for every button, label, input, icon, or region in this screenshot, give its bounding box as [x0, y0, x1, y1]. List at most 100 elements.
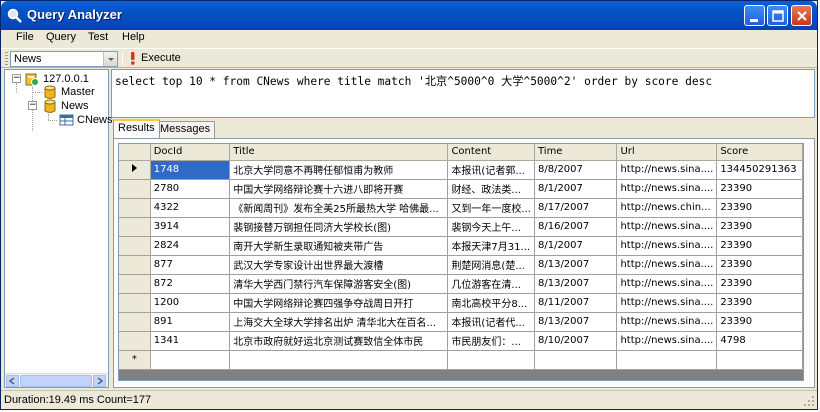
cell-url[interactable]: http://news.sina....	[616, 179, 718, 199]
database-select[interactable]: News	[10, 51, 118, 67]
cell-url[interactable]: http://news.chin...	[616, 198, 718, 218]
row-header[interactable]	[119, 255, 151, 275]
maximize-button[interactable]	[767, 5, 788, 26]
object-tree[interactable]: − 127.0.0.1 Master − News CNews	[4, 69, 112, 388]
cell-title[interactable]: 北京大学同意不再聘任郁恒甫为教师	[229, 160, 449, 180]
row-header[interactable]	[119, 198, 151, 218]
cell-url[interactable]: http://news.sina....	[616, 236, 718, 256]
cell-content[interactable]: 市民朋友们：...	[447, 331, 535, 351]
corner-cell[interactable]	[119, 144, 151, 161]
cell-url[interactable]: http://news.sina....	[616, 331, 718, 351]
column-header-score[interactable]: Score	[716, 144, 803, 161]
menu-file[interactable]: File	[16, 31, 34, 43]
cell-time[interactable]: 8/11/2007	[534, 293, 618, 313]
minimize-button[interactable]	[744, 5, 765, 26]
close-button[interactable]	[791, 5, 812, 26]
cell-score[interactable]: 23390	[716, 198, 803, 218]
table-row[interactable]: 877 武汉大学专家设计出世界最大渡槽 荆楚网消息(楚... 8/13/2007…	[119, 255, 803, 275]
cell-score[interactable]: 23390	[716, 293, 803, 313]
cell-docid[interactable]: 1200	[150, 293, 231, 313]
dropdown-button[interactable]	[103, 52, 117, 66]
scroll-thumb[interactable]	[20, 375, 92, 387]
table-row[interactable]: 4322 《新闻周刊》发布全美25所最热大学 哈佛最... 又到一年一度校...…	[119, 198, 803, 218]
cell-docid[interactable]: 4322	[150, 198, 231, 218]
cell-title[interactable]: 南开大学新生录取通知被夹带广告	[229, 236, 449, 256]
cell-score[interactable]: 23390	[716, 255, 803, 275]
cell-title[interactable]: 中国大学网络辩论赛十六进八即将开赛	[229, 179, 449, 199]
cell-time[interactable]: 8/13/2007	[534, 274, 618, 294]
row-header[interactable]	[119, 293, 151, 313]
cell-content[interactable]: 又到一年一度校...	[447, 198, 535, 218]
table-row[interactable]: 2780 中国大学网络辩论赛十六进八即将开赛 财经、政法类... 8/1/200…	[119, 179, 803, 199]
cell-url[interactable]: http://news.sina....	[616, 160, 718, 180]
column-header-content[interactable]: Content	[447, 144, 535, 161]
cell-time[interactable]: 8/8/2007	[534, 160, 618, 180]
toolbar-grip[interactable]	[5, 52, 8, 65]
tree-horizontal-scrollbar[interactable]	[5, 373, 108, 387]
table-row[interactable]: 1748 北京大学同意不再聘任郁恒甫为教师 本报讯(记者郭... 8/8/200…	[119, 160, 803, 180]
cell-content[interactable]: 裴钢今天上午...	[447, 217, 535, 237]
cell-score[interactable]: 23390	[716, 236, 803, 256]
cell-content[interactable]	[447, 350, 535, 370]
cell-content[interactable]: 南北高校平分8...	[447, 293, 535, 313]
cell-time[interactable]	[534, 350, 618, 370]
cell-score[interactable]: 23390	[716, 312, 803, 332]
cell-docid[interactable]: 1341	[150, 331, 231, 351]
new-row[interactable]: *	[119, 350, 803, 370]
cell-content[interactable]: 本报天津7月31...	[447, 236, 535, 256]
cell-docid[interactable]: 891	[150, 312, 231, 332]
query-text[interactable]: select top 10 * from CNews where title m…	[115, 73, 712, 89]
cell-title[interactable]: 《新闻周刊》发布全美25所最热大学 哈佛最...	[229, 198, 449, 218]
new-row-marker[interactable]: *	[119, 350, 151, 370]
cell-content[interactable]: 荆楚网消息(楚...	[447, 255, 535, 275]
table-row[interactable]: 3914 裴钢接替万钢担任同济大学校长(图) 裴钢今天上午... 8/16/20…	[119, 217, 803, 237]
cell-url[interactable]	[616, 350, 718, 370]
cell-time[interactable]: 8/13/2007	[534, 312, 618, 332]
cell-score[interactable]: 23390	[716, 274, 803, 294]
cell-docid[interactable]: 2824	[150, 236, 231, 256]
cell-title[interactable]	[229, 350, 449, 370]
row-header[interactable]	[119, 179, 151, 199]
column-header-docid[interactable]: DocId	[150, 144, 231, 161]
cell-docid[interactable]: 2780	[150, 179, 231, 199]
cell-title[interactable]: 中国大学网络辩论赛四强争夺战周日开打	[229, 293, 449, 313]
cell-score[interactable]: 4798	[716, 331, 803, 351]
cell-docid[interactable]: 877	[150, 255, 231, 275]
row-header[interactable]	[119, 217, 151, 237]
menu-test[interactable]: Test	[88, 31, 108, 43]
cell-title[interactable]: 裴钢接替万钢担任同济大学校长(图)	[229, 217, 449, 237]
results-grid[interactable]: DocId Title Content Time Url Score 1748 …	[118, 143, 804, 381]
tab-messages[interactable]: Messages	[155, 121, 216, 138]
cell-docid[interactable]: 872	[150, 274, 231, 294]
scroll-left-button[interactable]	[6, 375, 19, 387]
row-header[interactable]	[119, 274, 151, 294]
table-row[interactable]: 2824 南开大学新生录取通知被夹带广告 本报天津7月31... 8/1/200…	[119, 236, 803, 256]
cell-docid[interactable]: 3914	[150, 217, 231, 237]
cell-title[interactable]: 武汉大学专家设计出世界最大渡槽	[229, 255, 449, 275]
cell-url[interactable]: http://news.sina....	[616, 293, 718, 313]
cell-time[interactable]: 8/17/2007	[534, 198, 618, 218]
cell-score[interactable]: 23390	[716, 179, 803, 199]
cell-title[interactable]: 北京市政府就好运北京测试赛致信全体市民	[229, 331, 449, 351]
server-expander[interactable]: −	[12, 74, 21, 83]
cell-url[interactable]: http://news.sina....	[616, 312, 718, 332]
cell-content[interactable]: 几位游客在清...	[447, 274, 535, 294]
cell-docid[interactable]: 1748	[150, 160, 231, 180]
cell-url[interactable]: http://news.sina....	[616, 217, 718, 237]
cell-time[interactable]: 8/1/2007	[534, 236, 618, 256]
cell-docid[interactable]	[150, 350, 231, 370]
scroll-right-button[interactable]	[93, 375, 106, 387]
cell-content[interactable]: 财经、政法类...	[447, 179, 535, 199]
menu-help[interactable]: Help	[122, 31, 145, 43]
cell-url[interactable]: http://news.sina....	[616, 274, 718, 294]
cell-url[interactable]: http://news.sina....	[616, 255, 718, 275]
cell-time[interactable]: 8/10/2007	[534, 331, 618, 351]
table-row[interactable]: 872 清华大学西门禁行汽车保障游客安全(图) 几位游客在清... 8/13/2…	[119, 274, 803, 294]
cell-content[interactable]: 本报讯(记者郭...	[447, 160, 535, 180]
menu-query[interactable]: Query	[46, 31, 76, 43]
cell-title[interactable]: 上海交大全球大学排名出炉 清华北大在百名...	[229, 312, 449, 332]
table-row[interactable]: 891 上海交大全球大学排名出炉 清华北大在百名... 本报讯(记者代... 8…	[119, 312, 803, 332]
current-row-indicator[interactable]	[119, 160, 151, 180]
tab-results[interactable]: Results	[113, 119, 160, 138]
cell-time[interactable]: 8/1/2007	[534, 179, 618, 199]
